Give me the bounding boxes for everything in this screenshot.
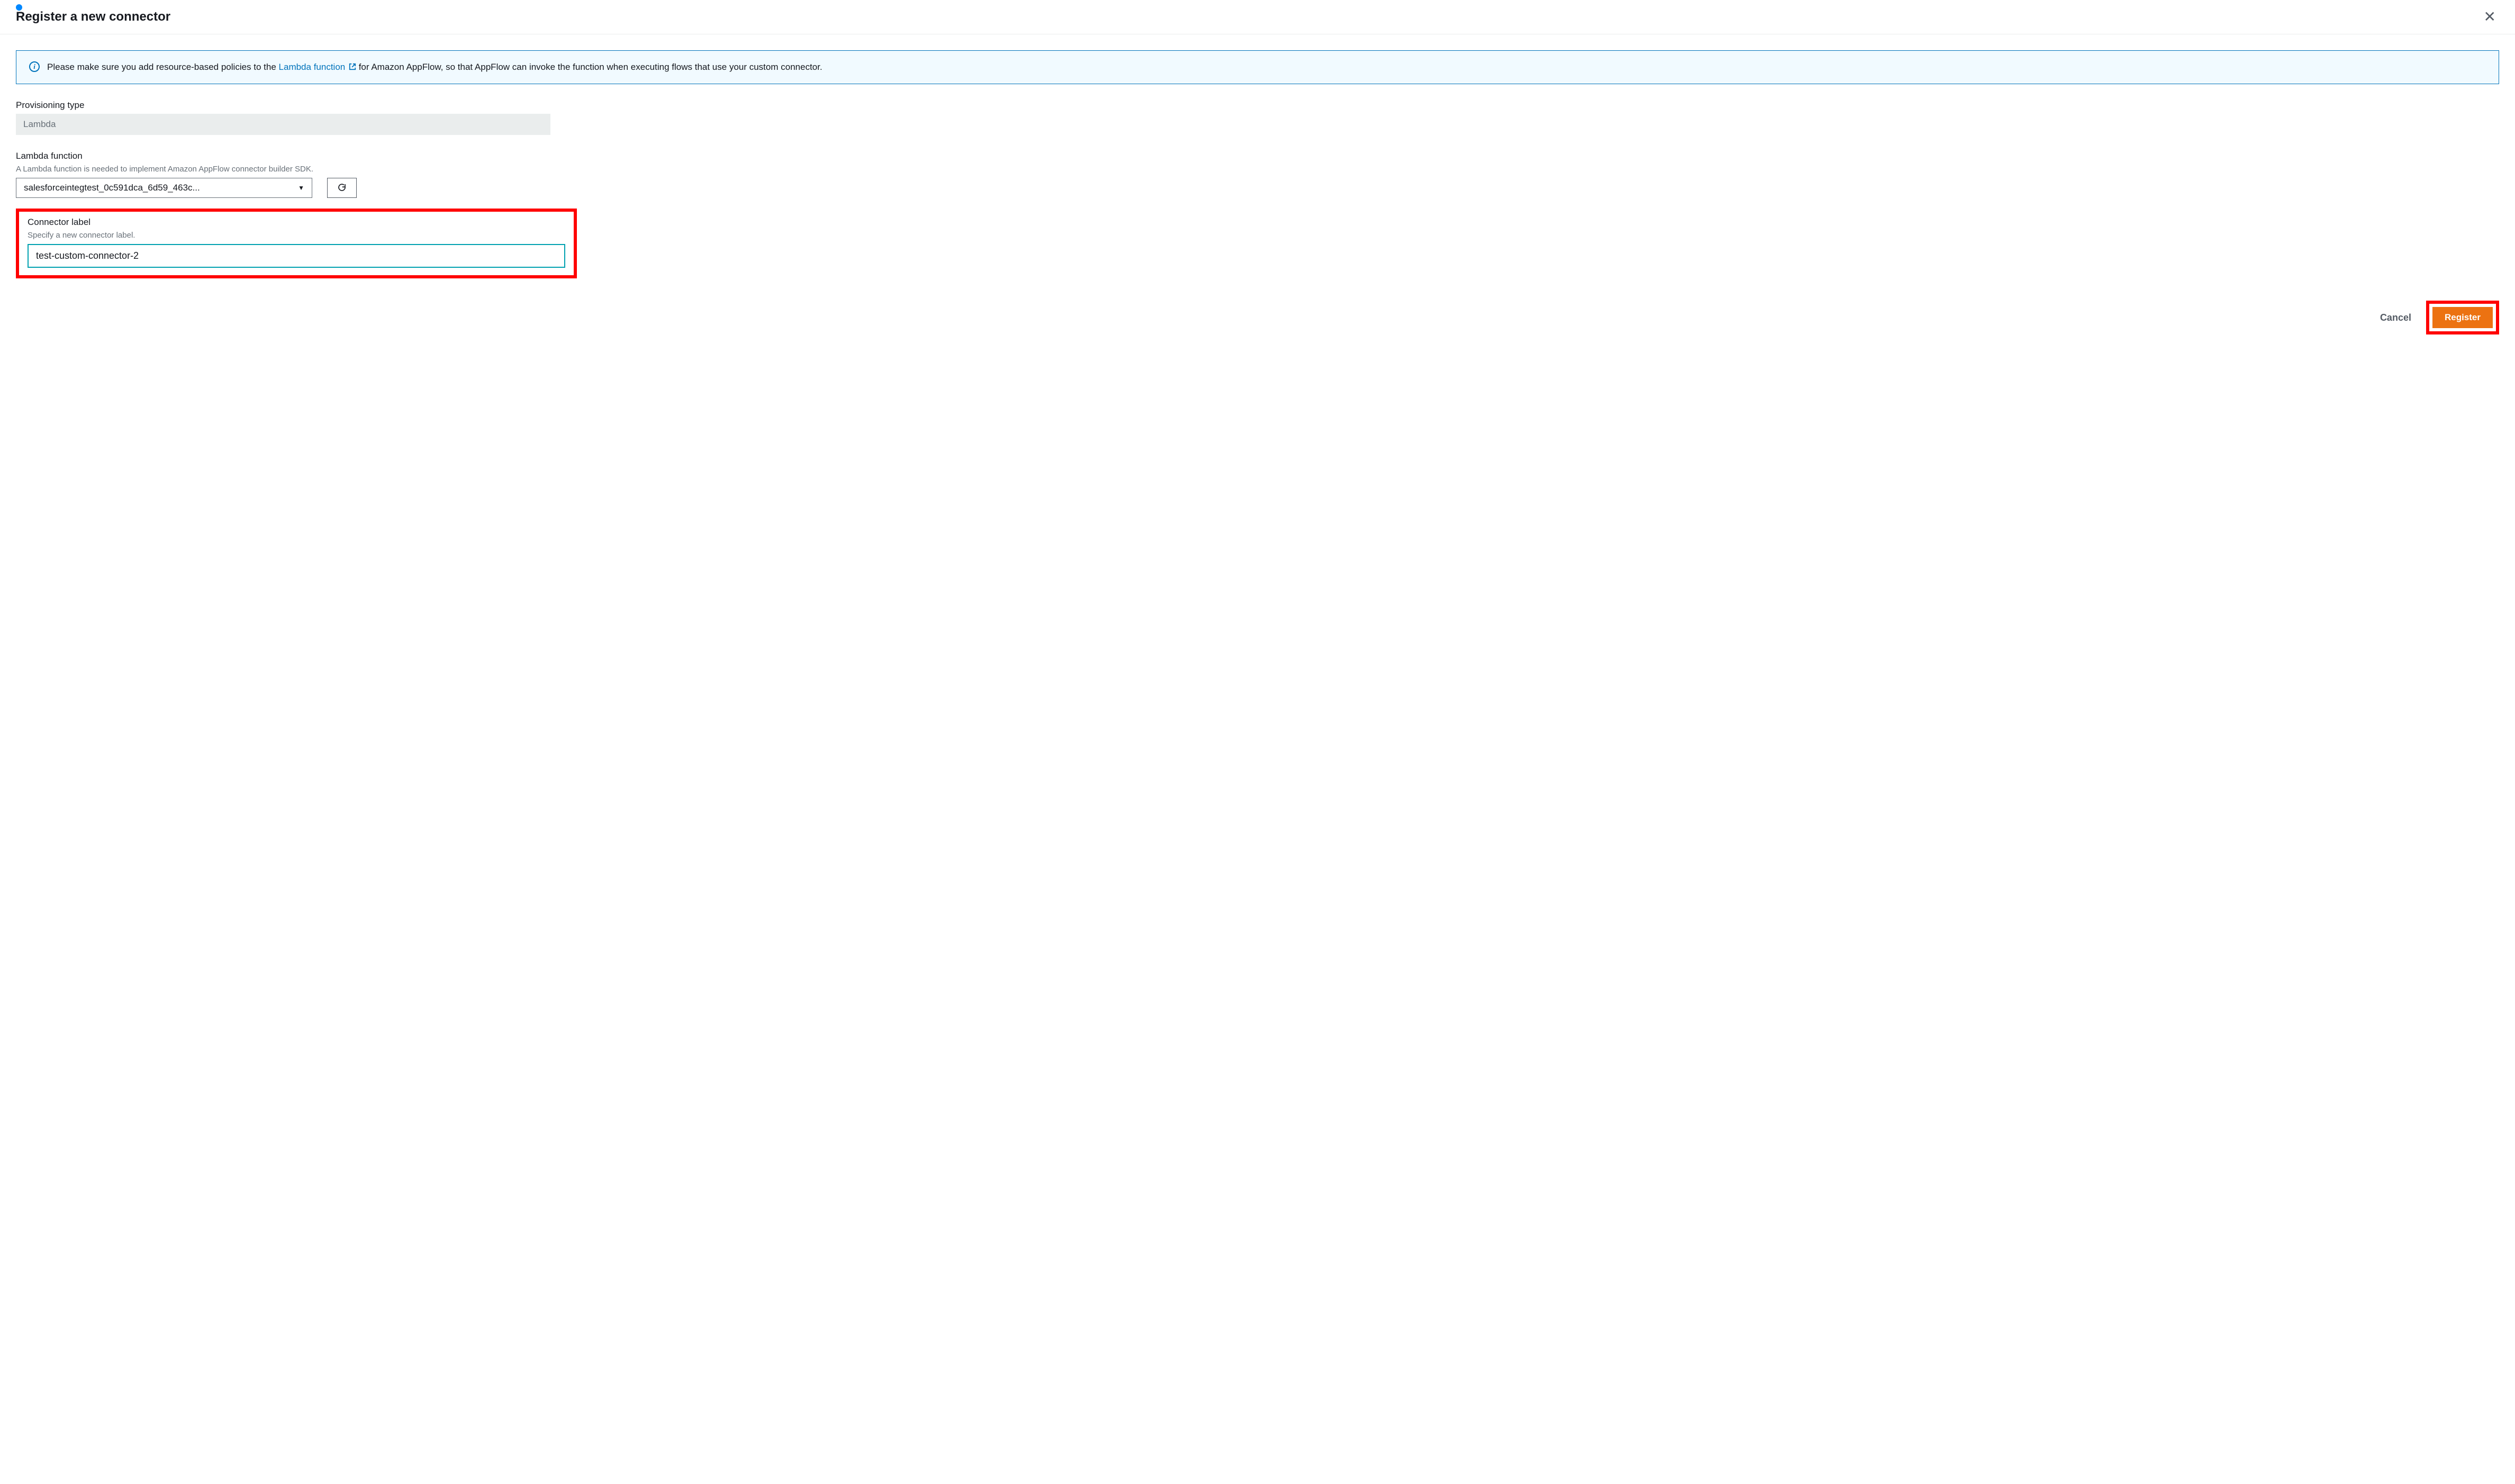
close-button[interactable]: ✕ — [2481, 10, 2499, 24]
info-text-pre: Please make sure you add resource-based … — [47, 62, 279, 72]
connector-label-highlight: Connector label Specify a new connector … — [16, 209, 577, 278]
lambda-selected-value: salesforceintegtest_0c591dca_6d59_463c..… — [24, 183, 200, 193]
lambda-function-hint: A Lambda function is needed to implement… — [16, 165, 2499, 174]
lambda-function-label: Lambda function — [16, 151, 2499, 161]
connector-label-hint: Specify a new connector label. — [28, 231, 565, 240]
lambda-function-group: Lambda function A Lambda function is nee… — [16, 151, 2499, 198]
modal-header: Register a new connector ✕ — [0, 0, 2515, 34]
modal-footer: Cancel Register — [0, 294, 2515, 345]
external-link-icon — [349, 61, 356, 68]
link-text: Lambda function — [279, 62, 346, 72]
chevron-down-icon: ▼ — [298, 184, 304, 192]
register-connector-modal: Register a new connector ✕ i Please make… — [0, 0, 2515, 345]
cancel-button[interactable]: Cancel — [2380, 312, 2411, 323]
info-text-post: for Amazon AppFlow, so that AppFlow can … — [356, 62, 822, 72]
provisioning-type-label: Provisioning type — [16, 100, 2499, 111]
modal-title: Register a new connector — [16, 10, 170, 24]
register-button[interactable]: Register — [2432, 307, 2493, 328]
modal-body: i Please make sure you add resource-base… — [0, 34, 2515, 294]
provisioning-type-group: Provisioning type Lambda — [16, 100, 2499, 135]
info-alert: i Please make sure you add resource-base… — [16, 50, 2499, 84]
lambda-function-select[interactable]: salesforceintegtest_0c591dca_6d59_463c..… — [16, 178, 312, 198]
connector-label-label: Connector label — [28, 217, 565, 228]
lambda-select-row: salesforceintegtest_0c591dca_6d59_463c..… — [16, 178, 2499, 198]
info-text: Please make sure you add resource-based … — [47, 60, 822, 74]
connector-label-input[interactable] — [28, 244, 565, 268]
decorative-dot — [16, 4, 22, 11]
refresh-button[interactable] — [327, 178, 357, 198]
info-icon: i — [29, 61, 40, 72]
register-button-highlight: Register — [2426, 301, 2499, 334]
lambda-function-link[interactable]: Lambda function — [279, 62, 356, 72]
refresh-icon — [337, 183, 347, 194]
close-icon: ✕ — [2484, 8, 2496, 25]
provisioning-type-value: Lambda — [16, 114, 550, 135]
